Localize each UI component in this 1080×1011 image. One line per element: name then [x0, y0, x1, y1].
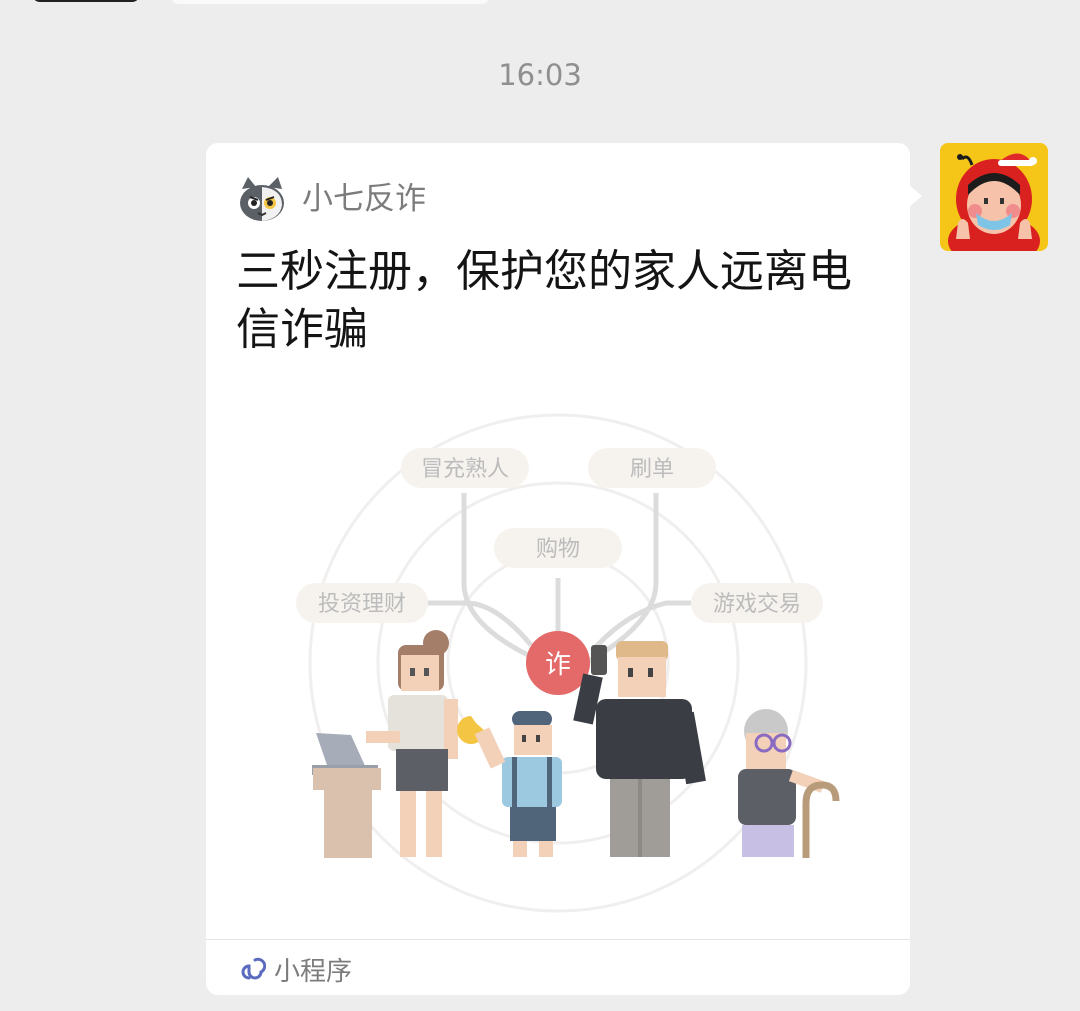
fraud-center-label: 诈	[545, 650, 571, 680]
user-avatar-red-hood-icon[interactable]	[940, 143, 1048, 251]
bubble-tail	[908, 184, 922, 208]
tag-brushing: 刷单	[630, 457, 674, 482]
tag-game-trade: 游戏交易	[713, 592, 801, 617]
card-divider	[206, 939, 910, 940]
card-footer: 小程序	[238, 949, 352, 989]
tag-investment: 投资理财	[318, 592, 406, 617]
anti-fraud-illustration: 冒充熟人 刷单 购物 投资理财 游戏交易 诈	[296, 413, 840, 913]
mini-program-link-icon	[241, 957, 266, 980]
card-source: 小七反诈	[236, 175, 426, 223]
top-input-pill	[170, 0, 490, 4]
tag-impersonate: 冒充熟人	[421, 457, 509, 482]
mini-program-label: 小程序	[274, 956, 353, 987]
tag-shopping: 购物	[536, 537, 580, 562]
source-name: 小七反诈	[302, 181, 426, 217]
cat-mascot-logo-icon	[240, 177, 284, 221]
message-timestamp: 16:03	[498, 58, 582, 92]
top-status-pill	[32, 0, 140, 2]
mini-program-card[interactable]: 小七反诈 三秒注册，保护您的家人远离电信诈骗 冒充熟人 刷单 购物 投资理财 游…	[206, 143, 910, 995]
card-title: 三秒注册，保护您的家人远离电信诈骗	[236, 246, 852, 355]
